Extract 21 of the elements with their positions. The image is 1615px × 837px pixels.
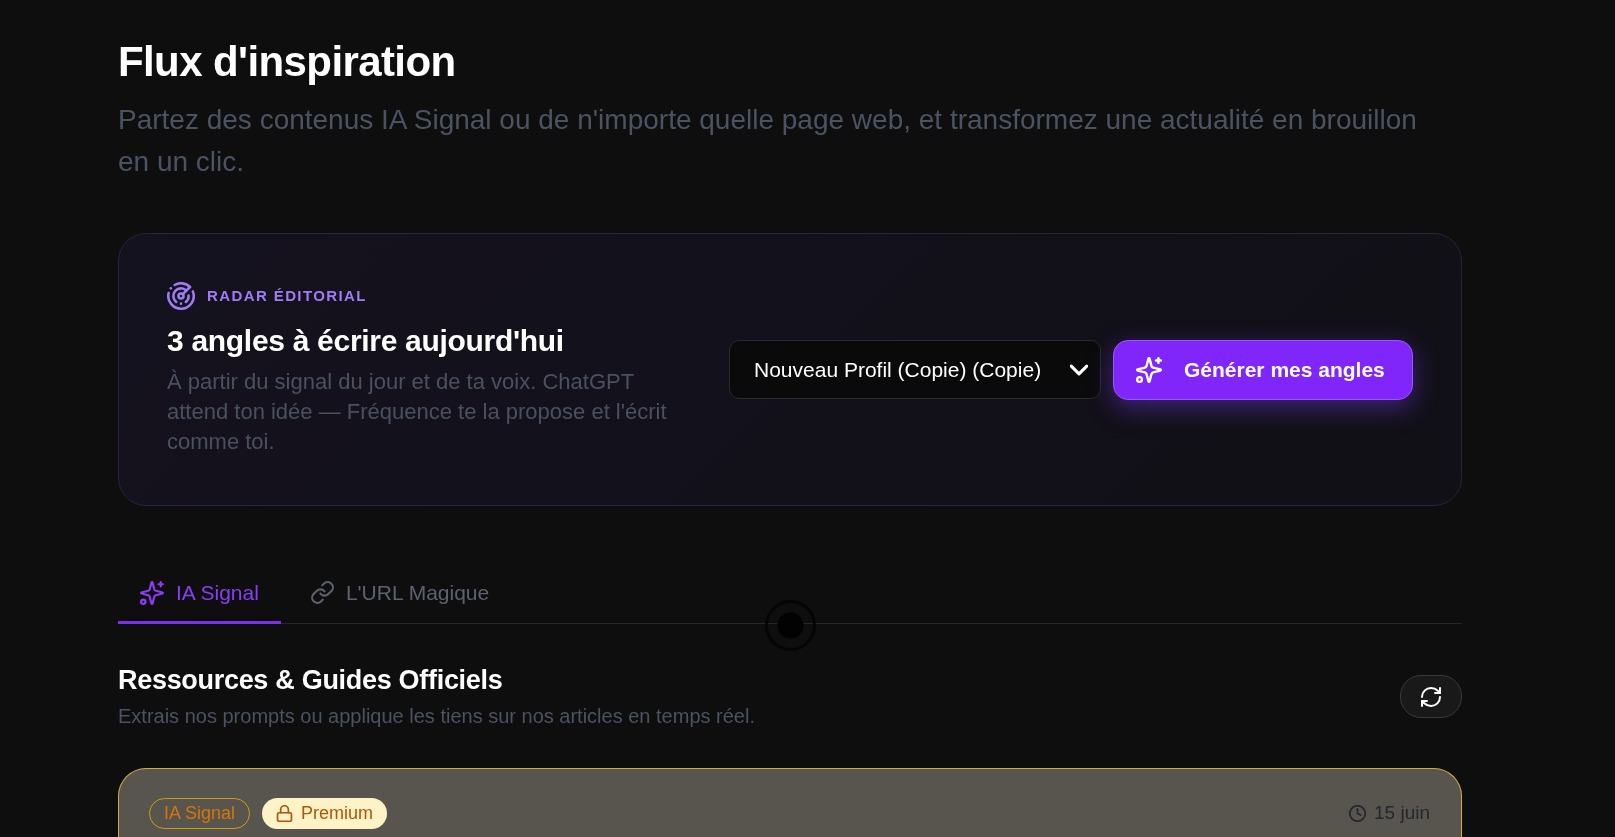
radar-icon [167,282,195,310]
page-title: Flux d'inspiration [118,37,457,87]
refresh-icon [1420,685,1442,708]
lock-icon [276,805,294,822]
refresh-button[interactable] [1400,675,1462,718]
tab[interactable]: IA Signal [118,564,281,624]
sparkle-icon [1136,356,1162,383]
cursor-icon [765,600,816,651]
link-icon [310,581,334,604]
profile-select[interactable]: Nouveau Profil (Copie) (Copie) [729,340,1101,399]
section-subtitle: Extrais nos prompts ou applique les tiens sur nos articles en temps réel. [118,704,755,729]
generate-button[interactable]: Générer mes angles [1113,339,1413,400]
tab[interactable]: L'URL Magique [288,564,512,624]
radar-label: RADAR ÉDITORIAL [207,286,367,306]
section-title: Ressources & Guides Officiels [118,664,504,697]
page-subtitle: Partez des contenus IA Signal ou de n'importe quelle page web, et transformez une actualité en brouillon en un clic. [118,103,1418,179]
clock-icon [1349,805,1366,822]
sparkle-icon [140,580,164,605]
premium-tag: Premium [262,798,388,829]
radar-description: À partir du signal du jour et de ta voix. ChatGPT attend ton idée — Fréquence te la propose et l'écrit comme toi. [167,368,668,456]
radar-heading: 3 angles à écrire aujourd'hui [167,323,565,359]
